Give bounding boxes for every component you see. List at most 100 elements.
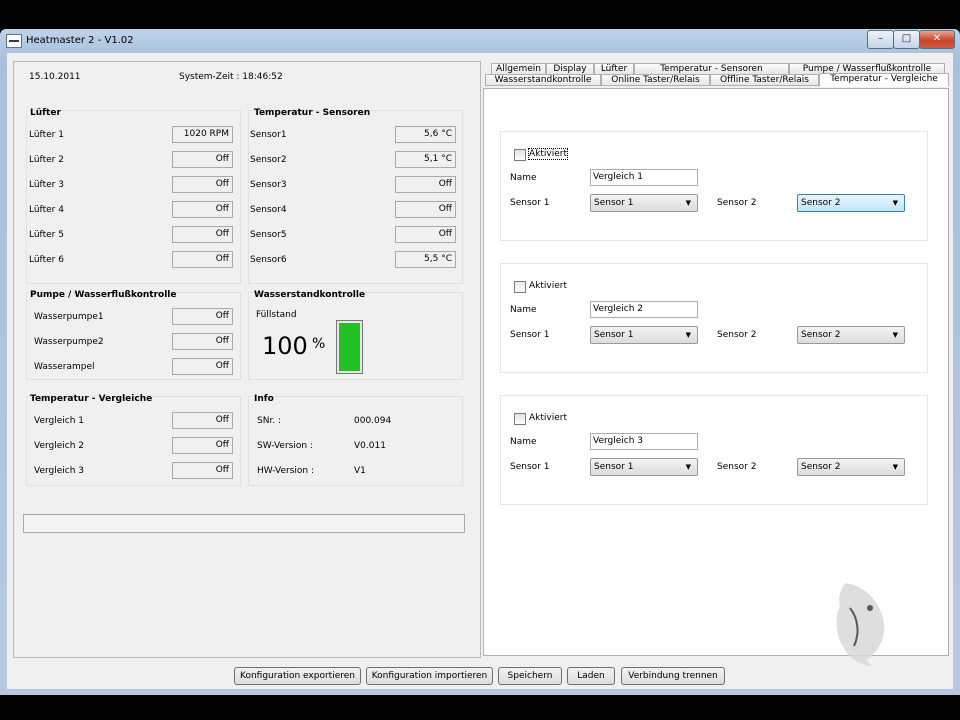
luefter-value: 1020 RPM bbox=[172, 126, 233, 143]
sensor2-label: Sensor 2 bbox=[717, 462, 757, 472]
sensor1-value: Sensor 1 bbox=[594, 462, 634, 472]
chevron-down-icon: ▼ bbox=[892, 199, 898, 207]
dolphin-logo bbox=[836, 583, 885, 666]
pumpe-label: Wasserpumpe2 bbox=[34, 337, 104, 347]
sensor1-select[interactable]: Sensor 1 ▼ bbox=[590, 194, 698, 212]
luefter-value: Off bbox=[172, 201, 233, 218]
app-window: Heatmaster 2 - V1.02 – □ ✕ 15.10.2011 Sy… bbox=[0, 29, 960, 695]
luefter-title: Lüfter bbox=[30, 108, 61, 118]
sensor1-value: Sensor 1 bbox=[594, 198, 634, 208]
title-bar[interactable]: Heatmaster 2 - V1.02 – □ ✕ bbox=[0, 29, 960, 53]
tab-wasserstandkontrolle[interactable]: Wasserstandkontrolle bbox=[485, 74, 601, 86]
export-config-button[interactable]: Konfiguration exportieren bbox=[234, 667, 361, 685]
temp-sensoren-title: Temperatur - Sensoren bbox=[254, 108, 371, 118]
aktiviert-checkbox[interactable] bbox=[514, 413, 526, 425]
sensor2-value: Sensor 2 bbox=[801, 330, 841, 340]
progress-bar bbox=[23, 514, 465, 533]
info-label: SNr. : bbox=[257, 416, 282, 426]
luefter-label: Lüfter 6 bbox=[29, 255, 64, 265]
chevron-down-icon: ▼ bbox=[685, 331, 691, 339]
status-pane: 15.10.2011 System-Zeit : 18:46:52 Lüfter… bbox=[13, 61, 481, 658]
info-label: HW-Version : bbox=[257, 466, 315, 476]
vergleich-status-value: Off bbox=[172, 437, 233, 454]
vergleich-status-label: Vergleich 1 bbox=[34, 416, 85, 426]
name-input[interactable]: Vergleich 1 bbox=[590, 169, 698, 186]
pumpe-label: Wasserpumpe1 bbox=[34, 312, 104, 322]
maximize-button[interactable]: □ bbox=[893, 30, 920, 49]
sensor2-select[interactable]: Sensor 2 ▼ bbox=[797, 194, 905, 212]
close-button[interactable]: ✕ bbox=[919, 30, 955, 49]
sensor-value: Off bbox=[395, 226, 456, 243]
aktiviert-checkbox[interactable] bbox=[514, 281, 526, 293]
info-value: V1 bbox=[354, 466, 366, 476]
luefter-value: Off bbox=[172, 226, 233, 243]
sensor-label: Sensor1 bbox=[250, 130, 287, 140]
sensor1-label: Sensor 1 bbox=[510, 462, 550, 472]
sensor2-select[interactable]: Sensor 2 ▼ bbox=[797, 458, 905, 476]
chevron-down-icon: ▼ bbox=[685, 463, 691, 471]
luefter-value: Off bbox=[172, 251, 233, 268]
load-button[interactable]: Laden bbox=[567, 667, 615, 685]
name-input[interactable]: Vergleich 2 bbox=[590, 301, 698, 318]
vergleich-config-group: Aktiviert Name Vergleich 2 Sensor 1 Sensor 1… bbox=[500, 263, 928, 373]
vergleich-status-value: Off bbox=[172, 462, 233, 479]
sensor1-select[interactable]: Sensor 1 ▼ bbox=[590, 326, 698, 344]
vergleich-status-value: Off bbox=[172, 412, 233, 429]
sensor1-select[interactable]: Sensor 1 ▼ bbox=[590, 458, 698, 476]
sensor1-label: Sensor 1 bbox=[510, 198, 550, 208]
tab-offline-taster-relais[interactable]: Offline Taster/Relais bbox=[710, 74, 819, 86]
aktiviert-label[interactable]: Aktiviert bbox=[529, 413, 567, 423]
luefter-label: Lüfter 5 bbox=[29, 230, 64, 240]
sensor-label: Sensor3 bbox=[250, 180, 287, 190]
vergleich-config-group: Aktiviert Name Vergleich 3 Sensor 1 Sensor 1… bbox=[500, 395, 928, 505]
vergleich-config-group: Aktiviert Name Vergleich 1 Sensor 1 Sensor 1… bbox=[500, 131, 928, 241]
pumpe-value: Off bbox=[172, 308, 233, 325]
pumpe-value: Off bbox=[172, 333, 233, 350]
aktiviert-label[interactable]: Aktiviert bbox=[529, 281, 567, 291]
info-title: Info bbox=[254, 394, 274, 404]
luefter-label: Lüfter 2 bbox=[29, 155, 64, 165]
tab-temperatur-vergleiche[interactable]: Temperatur - Vergleiche bbox=[819, 73, 949, 87]
chevron-down-icon: ▼ bbox=[892, 463, 898, 471]
vergleich-status-label: Vergleich 3 bbox=[34, 466, 85, 476]
tab-strip: Allgemein Display Lüfter Temperatur - Se… bbox=[483, 61, 949, 88]
info-label: SW-Version : bbox=[257, 441, 313, 451]
tab-panel-vergleiche: Aktiviert Name Vergleich 1 Sensor 1 Sensor 1… bbox=[483, 88, 949, 656]
aktiviert-checkbox[interactable] bbox=[514, 149, 526, 161]
chevron-down-icon: ▼ bbox=[892, 331, 898, 339]
import-config-button[interactable]: Konfiguration importieren bbox=[366, 667, 493, 685]
config-pane: Allgemein Display Lüfter Temperatur - Se… bbox=[483, 61, 949, 656]
name-input[interactable]: Vergleich 3 bbox=[590, 433, 698, 450]
sensor2-value: Sensor 2 bbox=[801, 462, 841, 472]
luefter-value: Off bbox=[172, 176, 233, 193]
sensor1-label: Sensor 1 bbox=[510, 330, 550, 340]
disconnect-button[interactable]: Verbindung trennen bbox=[621, 667, 725, 685]
sensor2-label: Sensor 2 bbox=[717, 330, 757, 340]
fuellstand-value: 100 bbox=[262, 332, 308, 360]
sensor-label: Sensor5 bbox=[250, 230, 287, 240]
tab-online-taster-relais[interactable]: Online Taster/Relais bbox=[601, 74, 710, 86]
save-button[interactable]: Speichern bbox=[498, 667, 562, 685]
sensor-label: Sensor2 bbox=[250, 155, 287, 165]
luefter-label: Lüfter 4 bbox=[29, 205, 64, 215]
vergleiche-title: Temperatur - Vergleiche bbox=[30, 394, 153, 404]
sensor2-select[interactable]: Sensor 2 ▼ bbox=[797, 326, 905, 344]
sensor-value: Off bbox=[395, 176, 456, 193]
sensor2-label: Sensor 2 bbox=[717, 198, 757, 208]
luefter-label: Lüfter 1 bbox=[29, 130, 64, 140]
client-area: 15.10.2011 System-Zeit : 18:46:52 Lüfter… bbox=[7, 53, 953, 689]
fuellstand-unit: % bbox=[312, 336, 326, 352]
pumpe-title: Pumpe / Wasserflußkontrolle bbox=[30, 290, 177, 300]
fuellstand-level-fill bbox=[339, 323, 360, 371]
name-label: Name bbox=[510, 305, 537, 315]
sensor-value: 5,5 °C bbox=[395, 251, 456, 268]
sensor2-value: Sensor 2 bbox=[801, 198, 841, 208]
sensor1-value: Sensor 1 bbox=[594, 330, 634, 340]
minimize-button[interactable]: – bbox=[867, 30, 894, 49]
aktiviert-label[interactable]: Aktiviert bbox=[528, 148, 568, 160]
sensor-value: 5,1 °C bbox=[395, 151, 456, 168]
sensor-value: Off bbox=[395, 201, 456, 218]
fuellstand-level-bar bbox=[336, 320, 363, 374]
pumpe-label: Wasserampel bbox=[34, 362, 95, 372]
sensor-label: Sensor4 bbox=[250, 205, 287, 215]
